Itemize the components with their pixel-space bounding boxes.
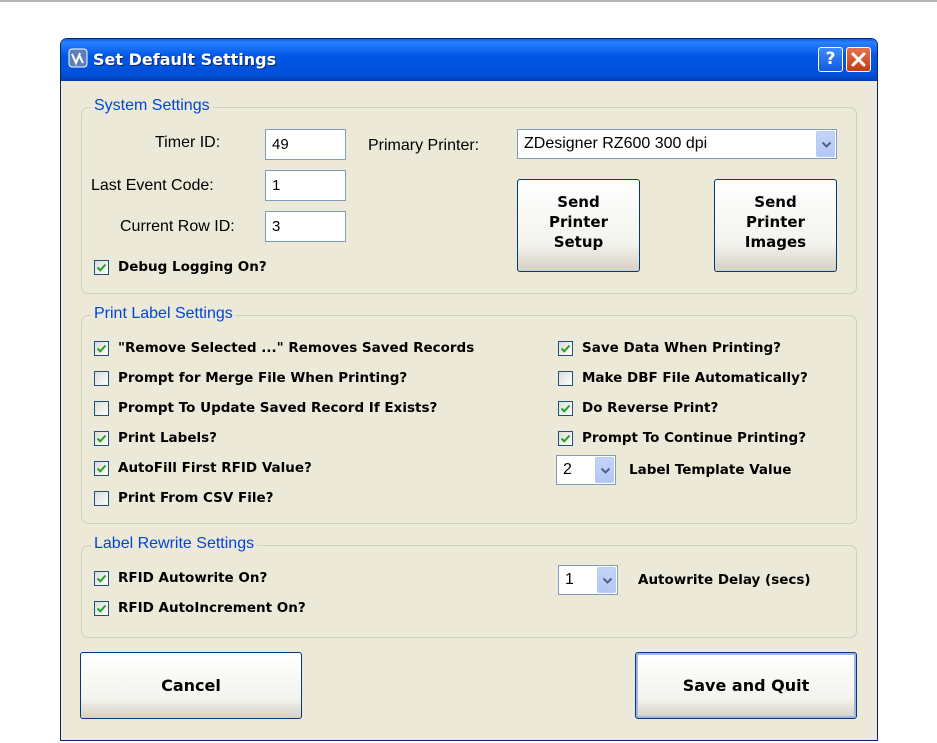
prompt-continue-printing-label: Prompt To Continue Printing? [582,430,807,446]
prompt-update-record-checkbox[interactable]: Prompt To Update Saved Record If Exists? [94,399,437,417]
print-labels-checkbox[interactable]: Print Labels? [94,429,217,447]
prompt-update-record-label: Prompt To Update Saved Record If Exists? [118,400,438,416]
rfid-autoincrement-checkbox[interactable]: RFID AutoIncrement On? [94,599,306,617]
print-labels-label: Print Labels? [118,430,217,446]
dropdown-arrow[interactable] [597,567,616,593]
rfid-autowrite-label: RFID Autowrite On? [118,570,268,586]
checkmark-icon [96,434,107,443]
reverse-print-label: Do Reverse Print? [582,400,719,416]
send-printer-images-line1: Send [754,193,797,211]
checkbox-box [558,401,573,416]
checkbox-box [94,431,109,446]
prompt-continue-printing-checkbox[interactable]: Prompt To Continue Printing? [558,429,806,447]
autofill-rfid-label: AutoFill First RFID Value? [118,460,312,476]
checkmark-icon [96,263,107,272]
send-printer-images-line3: Images [744,233,807,251]
save-data-printing-label: Save Data When Printing? [582,340,782,356]
system-settings-group: System Settings Timer ID: 49 Last Event … [81,97,857,294]
autowrite-delay-value: 1 [565,571,574,588]
rfid-autoincrement-label: RFID AutoIncrement On? [118,600,306,616]
current-row-id-input[interactable]: 3 [265,211,346,242]
checkbox-box [558,341,573,356]
print-label-settings-group: Print Label Settings "Remove Selected ..… [81,305,857,524]
remove-selected-label: "Remove Selected ..." Removes Saved Reco… [118,340,475,356]
checkbox-box [94,571,109,586]
title-bar[interactable]: Set Default Settings ? [61,39,877,81]
autowrite-delay-select[interactable]: 1 [558,565,618,595]
checkmark-icon [560,434,571,443]
checkbox-box [558,371,573,386]
save-and-quit-button[interactable]: Save and Quit [635,652,857,719]
chevron-down-icon [821,141,832,148]
label-template-value: 2 [563,461,572,478]
last-event-code-input[interactable]: 1 [265,170,346,201]
help-icon: ? [825,49,836,69]
chevron-down-icon [600,467,611,474]
chevron-down-icon [602,577,613,584]
system-settings-legend: System Settings [91,97,213,115]
checkbox-box [94,341,109,356]
autowrite-delay-label: Autowrite Delay (secs) [638,572,811,588]
label-template-select[interactable]: 2 [556,455,616,485]
timer-id-input[interactable]: 49 [265,129,346,160]
send-printer-setup-button[interactable]: Send Printer Setup [517,179,640,272]
settings-dialog: Set Default Settings ? System Settings T… [60,38,878,741]
debug-logging-checkbox[interactable]: Debug Logging On? [94,258,267,276]
app-icon [68,48,88,68]
dropdown-arrow[interactable] [595,457,614,483]
autofill-rfid-checkbox[interactable]: AutoFill First RFID Value? [94,459,312,477]
checkbox-box [94,461,109,476]
send-printer-setup-line2: Printer [549,213,608,231]
current-row-id-label: Current Row ID: [120,218,235,235]
help-button[interactable]: ? [818,47,843,72]
reverse-print-checkbox[interactable]: Do Reverse Print? [558,399,718,417]
last-event-code-label: Last Event Code: [91,177,214,194]
checkmark-icon [560,344,571,353]
send-printer-images-line2: Printer [746,213,805,231]
close-button[interactable] [846,47,871,72]
checkbox-box [94,401,109,416]
prompt-merge-file-checkbox[interactable]: Prompt for Merge File When Printing? [94,369,407,387]
send-printer-setup-line3: Setup [553,233,604,251]
print-from-csv-label: Print From CSV File? [118,490,274,506]
checkmark-icon [560,404,571,413]
print-from-csv-checkbox[interactable]: Print From CSV File? [94,489,274,507]
checkmark-icon [96,344,107,353]
prompt-merge-file-label: Prompt for Merge File When Printing? [118,370,408,386]
checkbox-box [558,431,573,446]
checkmark-icon [96,604,107,613]
timer-id-label: Timer ID: [155,134,221,151]
checkmark-icon [96,574,107,583]
make-dbf-file-label: Make DBF File Automatically? [582,370,808,386]
checkbox-box [94,491,109,506]
save-data-printing-checkbox[interactable]: Save Data When Printing? [558,339,781,357]
primary-printer-label: Primary Printer: [368,137,480,154]
window-title: Set Default Settings [93,50,277,69]
label-rewrite-settings-group: Label Rewrite Settings RFID Autowrite On… [81,535,857,638]
cancel-button[interactable]: Cancel [80,652,302,719]
primary-printer-select[interactable]: ZDesigner RZ600 300 dpi [517,129,837,159]
remove-selected-checkbox[interactable]: "Remove Selected ..." Removes Saved Reco… [94,339,474,357]
checkbox-box [94,601,109,616]
send-printer-images-button[interactable]: Send Printer Images [714,179,837,272]
make-dbf-file-checkbox[interactable]: Make DBF File Automatically? [558,369,808,387]
print-label-settings-legend: Print Label Settings [91,305,236,323]
debug-logging-label: Debug Logging On? [118,259,267,275]
label-rewrite-settings-legend: Label Rewrite Settings [91,535,258,553]
primary-printer-value: ZDesigner RZ600 300 dpi [524,135,708,152]
checkmark-icon [96,464,107,473]
label-template-label: Label Template Value [629,462,792,478]
close-icon [851,52,866,67]
screen-top-divider [0,0,937,2]
send-printer-setup-line1: Send [557,193,600,211]
rfid-autowrite-checkbox[interactable]: RFID Autowrite On? [94,569,267,587]
checkbox-box [94,371,109,386]
dropdown-arrow[interactable] [816,131,835,157]
checkbox-box [94,260,109,275]
